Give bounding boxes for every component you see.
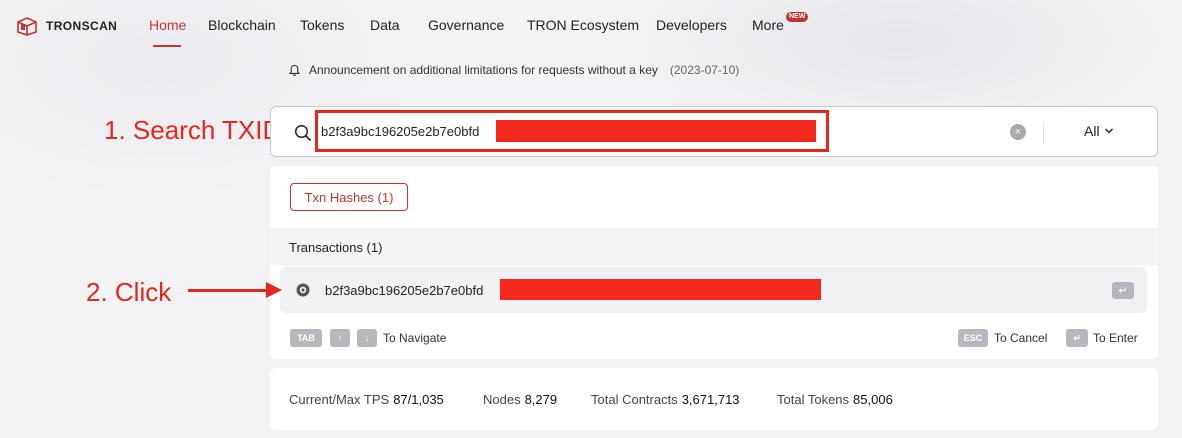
nav-data[interactable]: Data bbox=[370, 17, 400, 33]
stat-contracts: Total Contracts 3,671,713 bbox=[591, 392, 740, 407]
nav-tron-ecosystem[interactable]: TRON Ecosystem bbox=[527, 17, 639, 33]
announcement-text[interactable]: Announcement on additional limitations f… bbox=[309, 63, 658, 77]
annotation-search-txid: 1. Search TXID bbox=[104, 115, 282, 145]
stat-tps-value: 87/1,035 bbox=[393, 392, 444, 407]
nav-home[interactable]: Home bbox=[149, 17, 186, 33]
up-key: ↑ bbox=[330, 329, 350, 347]
tronscan-logo-icon bbox=[17, 17, 37, 36]
bell-icon bbox=[289, 64, 300, 76]
stat-contracts-value: 3,671,713 bbox=[681, 392, 740, 407]
brand-name: TRONSCAN bbox=[46, 19, 118, 33]
stat-nodes-label: Nodes bbox=[483, 392, 521, 407]
search-highlight-box bbox=[315, 110, 829, 152]
clear-search-icon[interactable]: × bbox=[1010, 124, 1026, 140]
new-badge: NEW bbox=[786, 12, 809, 22]
nav-more[interactable]: More bbox=[752, 17, 784, 33]
stat-contracts-label: Total Contracts bbox=[591, 392, 678, 407]
search-filter-select[interactable]: All bbox=[1084, 123, 1114, 139]
stat-nodes-value: 8,279 bbox=[524, 392, 558, 407]
esc-key: ESC bbox=[958, 329, 988, 347]
annotation-arrow-line bbox=[188, 289, 270, 292]
network-stats-bar: Current/Max TPS 87/1,035 Nodes 8,279 Total… bbox=[270, 368, 1158, 430]
transaction-hash[interactable]: b2f3a9bc196205e2b7e0bfd bbox=[325, 283, 483, 298]
top-navigation: TRONSCAN Home Blockchain Tokens Data Gov… bbox=[0, 0, 1182, 52]
stat-tokens-label: Total Tokens bbox=[777, 392, 850, 407]
nav-blockchain[interactable]: Blockchain bbox=[208, 17, 276, 33]
stat-tokens: Total Tokens 85,006 bbox=[777, 392, 893, 407]
annotation-click: 2. Click bbox=[86, 277, 172, 307]
nav-governance[interactable]: Governance bbox=[428, 17, 504, 33]
enter-key-icon: ↵ bbox=[1112, 282, 1134, 299]
announcement-bar[interactable]: Announcement on additional limitations f… bbox=[288, 63, 739, 77]
tab-key: TAB bbox=[290, 329, 322, 347]
cancel-hint: To Cancel bbox=[994, 331, 1048, 345]
search-divider bbox=[1043, 122, 1044, 144]
stat-tps: Current/Max TPS 87/1,035 bbox=[289, 392, 444, 407]
txn-hashes-tag[interactable]: Txn Hashes (1) bbox=[290, 183, 408, 211]
transaction-result-row[interactable]: b2f3a9bc196205e2b7e0bfd ↵ bbox=[280, 267, 1147, 313]
down-key: ↓ bbox=[357, 329, 377, 347]
search-box[interactable]: b2f3a9bc196205e2b7e0bfd × All bbox=[270, 106, 1158, 157]
chevron-down-icon bbox=[1104, 128, 1113, 134]
tronscan-logo[interactable]: TRONSCAN bbox=[16, 15, 117, 37]
stat-tokens-value: 85,006 bbox=[853, 392, 893, 407]
keyboard-hints: TAB ↑ ↓ To Navigate ESC To Cancel ↵ To E… bbox=[270, 323, 1158, 353]
search-results-dropdown: Txn Hashes (1) Transactions (1) b2f3a9bc… bbox=[270, 166, 1158, 359]
nav-tokens[interactable]: Tokens bbox=[300, 17, 344, 33]
stat-tps-label: Current/Max TPS bbox=[289, 392, 390, 407]
search-icon bbox=[294, 124, 311, 141]
enter-hint: To Enter bbox=[1093, 331, 1138, 345]
active-nav-indicator bbox=[153, 45, 181, 47]
announcement-date: (2023-07-10) bbox=[669, 63, 740, 77]
transactions-section-title: Transactions (1) bbox=[270, 228, 1158, 266]
nav-developers[interactable]: Developers bbox=[656, 17, 727, 33]
stat-nodes: Nodes 8,279 bbox=[483, 392, 557, 407]
transaction-icon bbox=[296, 283, 310, 297]
enter-key: ↵ bbox=[1066, 329, 1088, 347]
navigate-hint: To Navigate bbox=[383, 331, 447, 345]
filter-value: All bbox=[1084, 123, 1100, 139]
annotation-arrow-head bbox=[266, 282, 282, 298]
redaction-block bbox=[500, 279, 821, 300]
